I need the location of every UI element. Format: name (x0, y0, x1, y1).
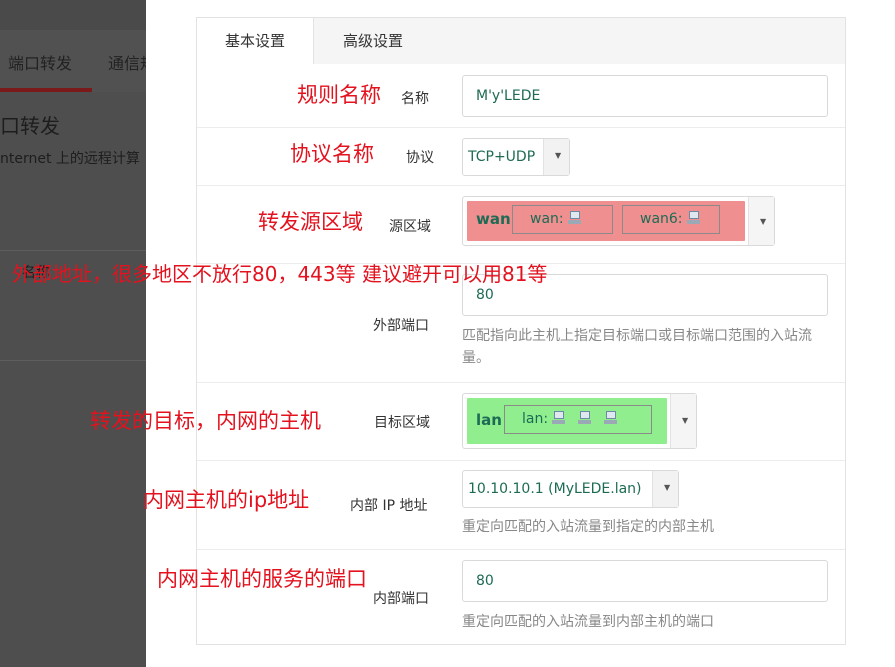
network-interface-icon (603, 411, 618, 425)
protocol-value: TCP+UDP (468, 149, 536, 165)
internal-port-input[interactable]: 80 (462, 560, 828, 602)
source-zone-select[interactable]: wan wan: wan6: ▼ (462, 196, 775, 246)
internal-ip-value: 10.10.10.1 (MyLEDE.lan) (468, 481, 642, 497)
background-divider (0, 360, 146, 361)
source-zone-dropdown-button[interactable]: ▼ (748, 197, 774, 245)
chevron-down-icon: ▼ (760, 217, 767, 226)
dest-zone-dropdown-button[interactable]: ▼ (670, 394, 696, 448)
external-port-label: 外部端口 (373, 318, 429, 334)
background-tab-traffic-rules: 通信规 (108, 54, 146, 73)
dest-zone-select[interactable]: lan lan: ▼ (462, 393, 697, 449)
annotation-target: 转发的目标，内网的主机 (90, 409, 321, 433)
annotation-service-port: 内网主机的服务的端口 (157, 567, 367, 591)
source-zone-name: wan (476, 210, 511, 228)
dest-zone-name: lan (476, 411, 502, 429)
row-divider (197, 460, 845, 461)
internal-port-label: 内部端口 (373, 591, 429, 607)
network-interface-icon (686, 211, 700, 225)
row-divider (197, 382, 845, 383)
row-divider (197, 127, 845, 128)
background-tab-indicator (0, 88, 92, 92)
network-wan6-label: wan6: (640, 211, 683, 227)
annotation-rule-name: 规则名称 (297, 83, 381, 107)
tab-advanced-settings[interactable]: 高级设置 (314, 18, 432, 65)
annotation-source-zone: 转发源区域 (258, 210, 363, 234)
network-lan-label: lan: (522, 411, 549, 427)
protocol-dropdown-button[interactable]: ▼ (543, 139, 569, 175)
external-port-help: 匹配指向此主机上指定目标端口或目标端口范围的入站流量。 (462, 328, 812, 366)
network-interface-icon (567, 211, 581, 225)
background-description: nternet 上的远程计算 (0, 151, 140, 167)
source-zone-label: 源区域 (389, 219, 431, 235)
row-divider (197, 185, 845, 186)
annotation-external-address: 外部地址，很多地区不放行80，443等 建议避开可以用81等 (12, 262, 548, 286)
chevron-down-icon: ▼ (664, 483, 671, 492)
internal-ip-help: 重定向匹配的入站流量到指定的内部主机 (462, 519, 714, 535)
row-divider (197, 549, 845, 550)
network-interface-icon (577, 411, 592, 425)
chevron-down-icon: ▼ (555, 151, 562, 160)
background-page: 端口转发 通信规 口转发 nternet 上的远程计算 名称 (0, 0, 146, 667)
name-input[interactable]: M'y'LEDE (462, 75, 828, 117)
dest-zone-label: 目标区域 (374, 415, 430, 431)
protocol-label: 协议 (406, 150, 434, 166)
protocol-select[interactable]: TCP+UDP ▼ (462, 138, 570, 176)
network-wan-label: wan: (530, 211, 564, 227)
background-tab-port-forward: 端口转发 (8, 54, 73, 73)
internal-ip-dropdown-button[interactable]: ▼ (652, 471, 678, 507)
settings-tabs: 基本设置 高级设置 (196, 17, 846, 66)
annotation-ip: 内网主机的ip地址 (143, 488, 310, 512)
name-label: 名称 (401, 91, 429, 107)
network-badge-wan: wan: (512, 205, 613, 234)
internal-port-help: 重定向匹配的入站流量到内部主机的端口 (462, 614, 714, 630)
network-badge-wan6: wan6: (622, 205, 720, 234)
internal-ip-select[interactable]: 10.10.10.1 (MyLEDE.lan) ▼ (462, 470, 679, 508)
chevron-down-icon: ▼ (682, 416, 689, 425)
annotation-protocol-name: 协议名称 (290, 142, 374, 166)
network-interface-icon (551, 411, 566, 425)
background-divider (0, 250, 146, 251)
internal-ip-label: 内部 IP 地址 (350, 498, 428, 514)
network-badge-lan: lan: (504, 405, 652, 434)
background-topbar (0, 0, 146, 30)
background-heading: 口转发 (0, 114, 60, 138)
tab-basic-settings[interactable]: 基本设置 (197, 18, 314, 66)
